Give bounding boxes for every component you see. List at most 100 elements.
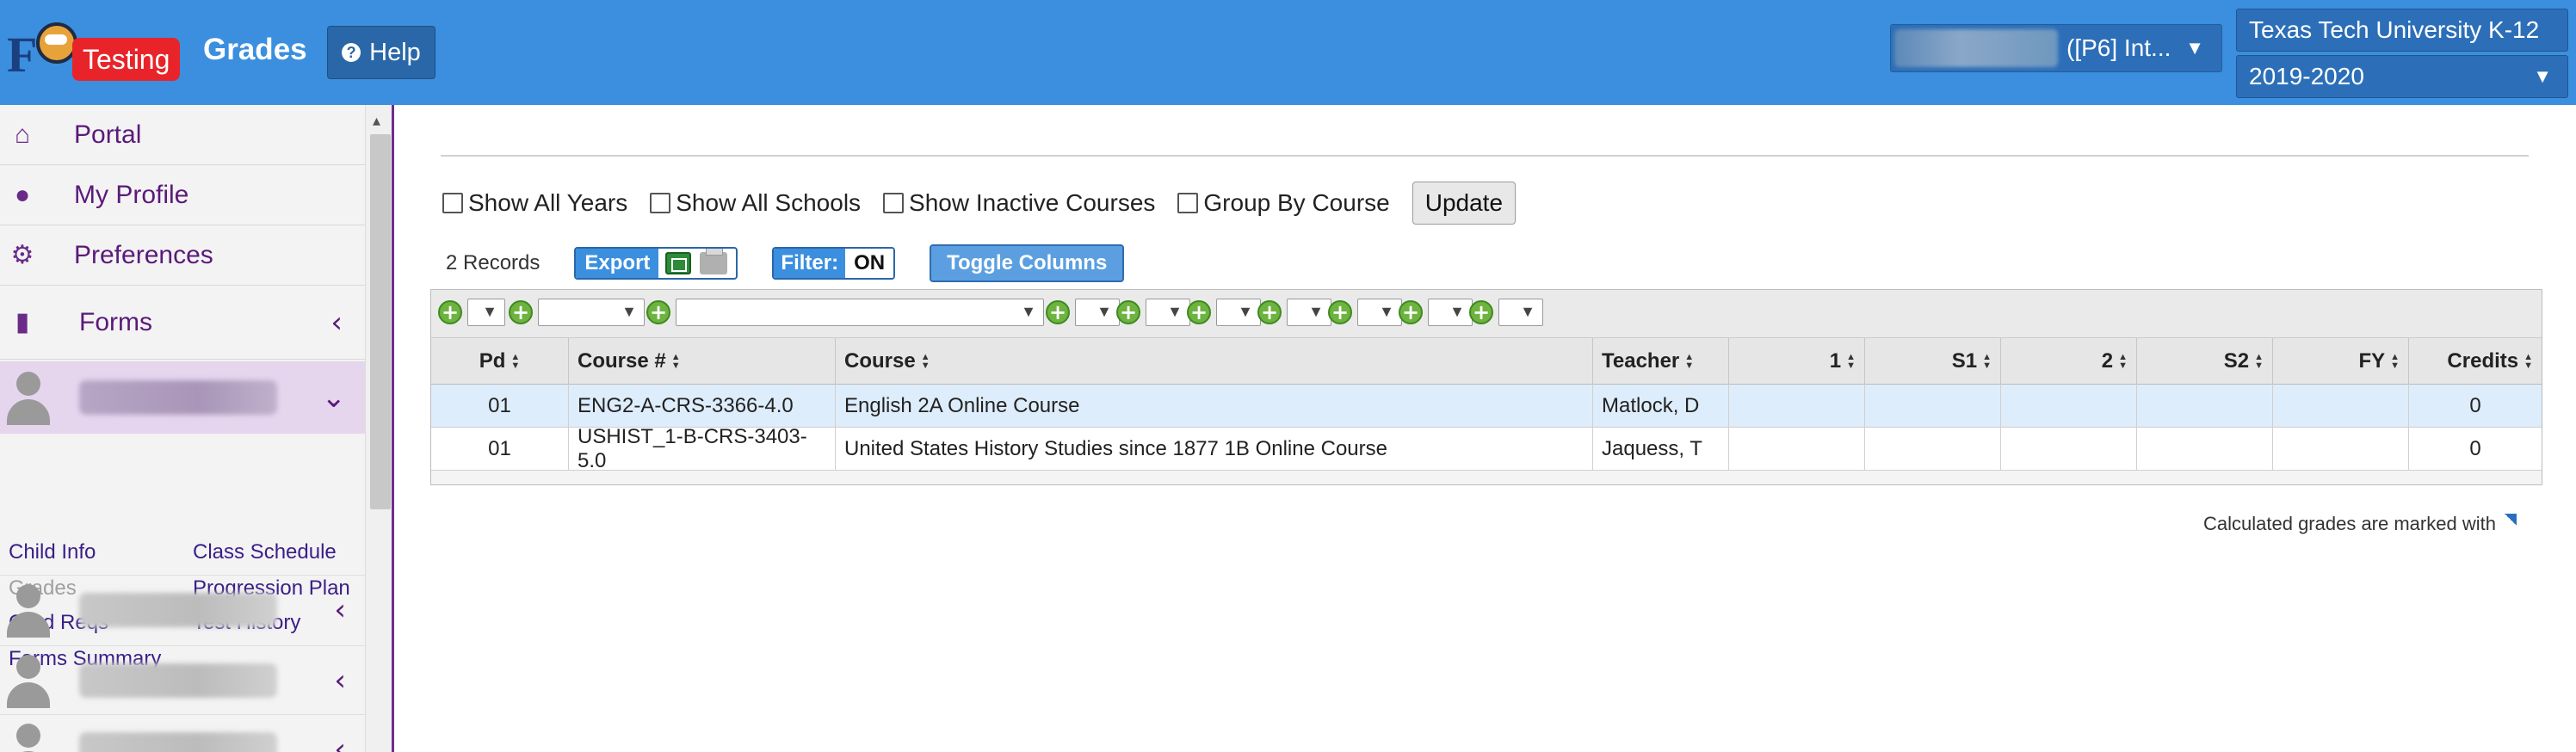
cell-grade-fy (2273, 428, 2409, 471)
column-header-course-num[interactable]: Course # ▲ ▼ (569, 338, 836, 385)
chevron-left-icon[interactable]: ‹ (334, 732, 346, 752)
table-row[interactable]: 01 USHIST_1-B-CRS-3403-5.0 United States… (431, 425, 2542, 472)
add-filter-icon[interactable]: + (1257, 300, 1282, 324)
filter-select[interactable] (538, 299, 645, 326)
group-by-course-checkbox[interactable]: Group By Course (1177, 189, 1390, 217)
student-row[interactable]: ‹ (0, 645, 365, 714)
checkbox-box[interactable] (883, 193, 905, 213)
home-icon: ⌂ (14, 120, 31, 149)
sidebar-item-preferences[interactable]: ⚙ Preferences (0, 225, 365, 286)
column-header-2[interactable]: 2 ▲ ▼ (2001, 338, 2137, 385)
link-class-schedule[interactable]: Class Schedule (193, 540, 337, 564)
update-button[interactable]: Update (1412, 182, 1517, 225)
column-header-fy[interactable]: FY ▲ ▼ (2273, 338, 2409, 385)
cell-grade-s1 (1865, 385, 2001, 428)
add-filter-icon[interactable]: + (1399, 300, 1423, 324)
add-filter-icon[interactable]: + (646, 300, 670, 324)
show-all-schools-checkbox[interactable]: Show All Schools (650, 189, 861, 217)
filter-select[interactable] (676, 299, 1044, 326)
sidebar-scrollbar[interactable]: ▴ (365, 105, 392, 752)
avatar (5, 370, 52, 425)
sort-icon: ▲ ▼ (670, 352, 681, 371)
cell-grade-1 (1729, 428, 1865, 471)
scroll-up-icon[interactable]: ▴ (373, 112, 380, 130)
checkbox-box[interactable] (442, 193, 463, 213)
column-header-pd[interactable]: Pd ▲ ▼ (431, 338, 569, 385)
chevron-left-icon[interactable]: ‹ (334, 593, 346, 627)
filter-select[interactable] (467, 299, 505, 326)
cell-credits: 0 (2469, 394, 2481, 417)
student-row[interactable]: ‹ (0, 575, 365, 644)
excel-icon[interactable] (665, 252, 692, 274)
main-content: Show All Years Show All Schools Show Ina… (396, 105, 2576, 752)
chevron-left-icon[interactable]: ‹ (330, 305, 343, 340)
add-filter-icon[interactable]: + (1328, 300, 1352, 324)
help-button[interactable]: ? Help (327, 26, 436, 79)
table-header: Pd ▲ ▼ Course # ▲ ▼ Course ▲ ▼ Teacher ▲ ▼ 1 ▲ ▼ S… (431, 338, 2542, 385)
show-all-years-checkbox[interactable]: Show All Years (442, 189, 627, 217)
checkbox-label: Show All Years (468, 189, 628, 216)
sidebar-item-portal[interactable]: ⌂ Portal (0, 105, 365, 165)
blurred-student-name (79, 380, 277, 415)
link-child-info[interactable]: Child Info (9, 540, 96, 564)
filter-select[interactable] (1498, 299, 1543, 326)
sidebar-item-my-profile[interactable]: ● My Profile (0, 165, 365, 225)
filter-select[interactable] (1216, 299, 1261, 326)
scrollbar-thumb[interactable] (370, 134, 391, 509)
add-filter-icon[interactable]: + (1116, 300, 1140, 324)
selected-student[interactable]: ⌄ (0, 361, 365, 434)
filter-select[interactable] (1357, 299, 1402, 326)
student-row[interactable]: ‹ (0, 714, 365, 752)
filter-select[interactable] (1146, 299, 1190, 326)
column-header-1[interactable]: 1 ▲ ▼ (1729, 338, 1865, 385)
column-header-s1[interactable]: S1 ▲ ▼ (1865, 338, 2001, 385)
checkbox-box[interactable] (1177, 193, 1199, 213)
cell-grade-2 (2001, 385, 2137, 428)
user-icon: ● (14, 180, 31, 209)
add-filter-icon[interactable]: + (438, 300, 462, 324)
column-header-course[interactable]: Course ▲ ▼ (836, 338, 1593, 385)
blurred-user-name (1894, 29, 2058, 67)
table-row[interactable]: 01 ENG2-A-CRS-3366-4.0 English 2A Online… (431, 385, 2542, 428)
year-select[interactable]: 2019-2020 ▼ (2236, 55, 2568, 98)
toggle-columns-button[interactable]: Toggle Columns (930, 244, 1125, 282)
focus-logo[interactable]: F Testing (7, 21, 181, 86)
gear-icon: ⚙ (10, 241, 34, 269)
show-inactive-courses-checkbox[interactable]: Show Inactive Courses (883, 189, 1155, 217)
document-icon: ▮ (15, 308, 30, 336)
cell-course: United States History Studies since 1877… (836, 428, 1593, 471)
cell-course: English 2A Online Course (836, 385, 1593, 428)
add-filter-icon[interactable]: + (1187, 300, 1211, 324)
blurred-student-name (79, 592, 277, 627)
sort-icon: ▲ ▼ (920, 352, 930, 371)
add-filter-icon[interactable]: + (1046, 300, 1070, 324)
column-header-teacher[interactable]: Teacher ▲ ▼ (1593, 338, 1729, 385)
printer-icon[interactable] (700, 249, 728, 274)
filter-select[interactable] (1287, 299, 1331, 326)
avatar (5, 722, 52, 752)
chevron-left-icon[interactable]: ‹ (334, 663, 346, 698)
export-button[interactable]: Export (574, 247, 738, 280)
grades-table: + + + + + + + (430, 289, 2542, 485)
filter-select[interactable] (1428, 299, 1473, 326)
sidebar-item-forms[interactable]: ▮ Forms ‹ (0, 286, 365, 360)
logo-letter-icon: F (7, 27, 38, 83)
add-filter-icon[interactable]: + (1469, 300, 1493, 324)
help-label: Help (369, 38, 421, 66)
sort-icon: ▲ ▼ (2254, 352, 2264, 371)
filter-select[interactable] (1075, 299, 1120, 326)
add-filter-icon[interactable]: + (509, 300, 533, 324)
chevron-down-icon[interactable]: ⌄ (322, 380, 347, 415)
column-filter-pd: + (438, 297, 505, 328)
sort-icon: ▲ ▼ (1846, 352, 1856, 371)
filter-toggle[interactable]: Filter: ON (772, 247, 896, 280)
column-filter-course-num: + (509, 297, 645, 328)
checkbox-box[interactable] (650, 193, 671, 213)
user-role-select[interactable]: ([P6] Int... ▼ (1890, 24, 2222, 72)
mascot-icon (36, 22, 77, 64)
cell-pd: 01 (431, 385, 569, 428)
column-header-credits[interactable]: Credits ▲ ▼ (2409, 338, 2542, 385)
column-header-s2[interactable]: S2 ▲ ▼ (2137, 338, 2273, 385)
school-select[interactable]: Texas Tech University K-12 (2236, 9, 2568, 52)
calculated-grades-note: Calculated grades are marked with (2203, 513, 2517, 535)
